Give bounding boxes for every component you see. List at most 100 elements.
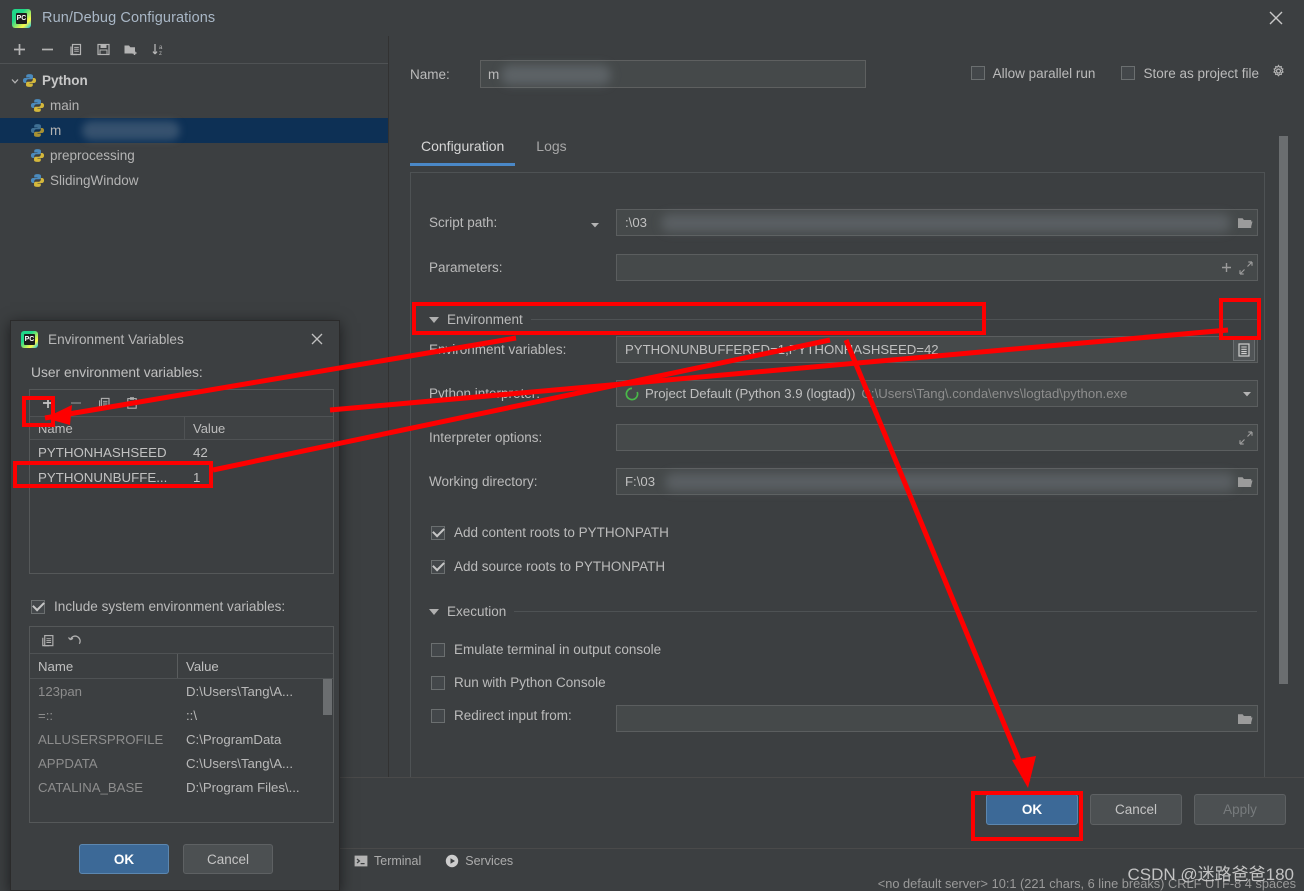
env-ok-button[interactable]: OK bbox=[79, 844, 169, 874]
python-interpreter-dropdown[interactable]: Project Default (Python 3.9 (logtad)) C:… bbox=[616, 380, 1258, 407]
add-configuration-button[interactable] bbox=[6, 39, 32, 61]
execution-section-label: Execution bbox=[447, 604, 507, 619]
table-row[interactable]: PYTHONUNBUFFE... 1 bbox=[30, 465, 333, 490]
checkbox-box bbox=[431, 559, 445, 574]
env-dialog-title: Environment Variables bbox=[48, 331, 184, 347]
env-row-name: PYTHONUNBUFFE... bbox=[38, 470, 168, 485]
working-directory-value: F:\03 bbox=[625, 474, 656, 489]
tab-logs[interactable]: Logs bbox=[525, 134, 577, 166]
include-system-env-label: Include system environment variables: bbox=[54, 599, 286, 614]
script-path-row: Script path: :\03 bbox=[411, 209, 1264, 236]
expand-icon[interactable] bbox=[1239, 430, 1253, 445]
script-path-input[interactable]: :\03 bbox=[616, 209, 1258, 236]
emulate-terminal-checkbox[interactable]: Emulate terminal in output console bbox=[431, 642, 661, 657]
run-with-python-console-checkbox[interactable]: Run with Python Console bbox=[431, 675, 606, 690]
status-services-button[interactable]: Services bbox=[445, 854, 513, 868]
tree-item-selected[interactable]: m bbox=[0, 118, 388, 143]
gear-icon[interactable] bbox=[1271, 64, 1286, 82]
system-row-value: C:\Users\Tang\A... bbox=[186, 755, 293, 771]
user-env-variables-table: Name Value PYTHONHASHSEED 42 PYTHONUNBUF… bbox=[29, 389, 334, 574]
redirect-input-browse-button[interactable] bbox=[1237, 712, 1253, 726]
user-env-variables-label: User environment variables: bbox=[31, 365, 203, 380]
tree-item-main[interactable]: main bbox=[0, 93, 388, 118]
allow-parallel-run-checkbox[interactable]: Allow parallel run bbox=[970, 66, 1095, 81]
svg-text:z: z bbox=[159, 51, 162, 57]
script-path-dropdown-icon[interactable] bbox=[589, 219, 601, 234]
cancel-button[interactable]: Cancel bbox=[1090, 794, 1182, 825]
ok-button[interactable]: OK bbox=[986, 794, 1078, 825]
system-row-name: CATALINA_BASE bbox=[38, 779, 144, 795]
working-directory-input[interactable]: F:\03 bbox=[616, 468, 1258, 495]
environment-variables-input[interactable]: PYTHONUNBUFFERED=1;PYTHONHASHSEED=42 bbox=[616, 336, 1258, 363]
system-row-value: ::\ bbox=[186, 707, 197, 723]
save-configuration-button[interactable] bbox=[90, 39, 116, 61]
system-table-scrollbar[interactable] bbox=[323, 679, 332, 820]
working-directory-browse-button[interactable] bbox=[1237, 475, 1253, 489]
name-label: Name: bbox=[410, 66, 450, 82]
redirect-input-label: Redirect input from: bbox=[454, 708, 572, 723]
parameters-row: Parameters: bbox=[411, 254, 1264, 281]
env-cancel-button[interactable]: Cancel bbox=[183, 844, 273, 874]
python-interpreter-value: Project Default (Python 3.9 (logtad)) bbox=[645, 386, 856, 401]
status-services-label: Services bbox=[465, 854, 514, 868]
parameters-input[interactable] bbox=[616, 254, 1258, 281]
table-row[interactable]: 123pan D:\Users\Tang\A... bbox=[30, 679, 333, 703]
sort-configurations-button[interactable]: a z bbox=[146, 39, 172, 61]
status-terminal-label: Terminal bbox=[374, 854, 422, 868]
add-env-var-button[interactable] bbox=[37, 394, 59, 412]
store-as-project-file-checkbox[interactable]: Store as project file bbox=[1121, 64, 1286, 82]
environment-variables-browse-button[interactable] bbox=[1233, 338, 1255, 361]
include-system-env-checkbox[interactable]: Include system environment variables: bbox=[31, 599, 285, 614]
name-input[interactable]: m bbox=[480, 60, 866, 88]
tree-item-slidingwindow[interactable]: SlidingWindow bbox=[0, 168, 388, 193]
table-row[interactable]: APPDATA C:\Users\Tang\A... bbox=[30, 751, 333, 775]
system-row-value: D:\Program Files\... bbox=[186, 779, 300, 795]
chevron-down-icon[interactable] bbox=[1241, 388, 1253, 400]
table-row[interactable]: ALLUSERSPROFILE C:\ProgramData bbox=[30, 727, 333, 751]
redirect-input-checkbox[interactable]: Redirect input from: bbox=[431, 708, 572, 723]
add-content-roots-checkbox[interactable]: Add content roots to PYTHONPATH bbox=[431, 525, 669, 540]
section-divider bbox=[514, 611, 1257, 612]
reset-system-vars-button[interactable] bbox=[67, 633, 82, 648]
python-icon bbox=[22, 73, 37, 88]
script-path-browse-button[interactable] bbox=[1237, 216, 1253, 230]
new-folder-button[interactable] bbox=[118, 39, 144, 61]
copy-system-var-button[interactable] bbox=[40, 633, 55, 648]
environment-variables-value: PYTHONUNBUFFERED=1;PYTHONHASHSEED=42 bbox=[625, 342, 939, 357]
section-divider bbox=[530, 319, 1257, 320]
store-as-project-file-label: Store as project file bbox=[1143, 65, 1259, 81]
execution-section-header[interactable]: Execution bbox=[429, 604, 1257, 619]
python-interpreter-row: Python interpreter: Project Default (Pyt… bbox=[411, 380, 1264, 407]
scrollbar-thumb[interactable] bbox=[323, 679, 332, 715]
apply-button[interactable]: Apply bbox=[1194, 794, 1286, 825]
table-row[interactable]: CATALINA_BASE D:\Program Files\... bbox=[30, 775, 333, 799]
remove-configuration-button[interactable] bbox=[34, 39, 60, 61]
redacted-path-blur bbox=[661, 214, 1231, 232]
working-directory-row: Working directory: F:\03 bbox=[411, 468, 1264, 495]
copy-env-var-button[interactable] bbox=[93, 394, 115, 412]
status-terminal-button[interactable]: Terminal bbox=[354, 854, 421, 868]
top-options: Allow parallel run Store as project file bbox=[970, 64, 1286, 82]
table-row[interactable]: =:: ::\ bbox=[30, 703, 333, 727]
env-row-name: PYTHONHASHSEED bbox=[38, 445, 167, 460]
expand-icon bbox=[1239, 260, 1253, 275]
checkbox-box bbox=[970, 66, 985, 80]
table-row[interactable]: PYTHONHASHSEED 42 bbox=[30, 440, 333, 465]
python-env-icon bbox=[625, 387, 639, 401]
tab-configuration[interactable]: Configuration bbox=[410, 134, 516, 166]
form-scrollbar[interactable] bbox=[1279, 136, 1288, 684]
tree-item-preprocessing[interactable]: preprocessing bbox=[0, 143, 388, 168]
add-source-roots-checkbox[interactable]: Add source roots to PYTHONPATH bbox=[431, 559, 665, 574]
close-icon[interactable] bbox=[309, 331, 325, 350]
environment-variables-row: Environment variables: PYTHONUNBUFFERED=… bbox=[411, 336, 1264, 363]
interpreter-options-label: Interpreter options: bbox=[429, 430, 543, 445]
copy-configuration-button[interactable] bbox=[62, 39, 88, 61]
tree-group-python[interactable]: Python bbox=[0, 68, 388, 93]
close-icon[interactable] bbox=[1266, 8, 1286, 28]
python-icon bbox=[30, 98, 45, 113]
redirect-input-field[interactable] bbox=[616, 705, 1258, 732]
interpreter-options-input[interactable] bbox=[616, 424, 1258, 451]
remove-env-var-button[interactable] bbox=[65, 394, 87, 412]
paste-env-var-button[interactable] bbox=[121, 394, 143, 412]
environment-section-header[interactable]: Environment bbox=[429, 312, 1257, 327]
